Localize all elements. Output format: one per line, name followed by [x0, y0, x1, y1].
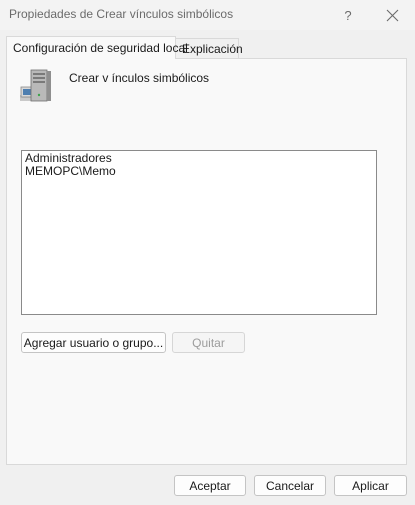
- tab-label: Configuración de seguridad local: [13, 41, 188, 55]
- apply-button[interactable]: Aplicar: [334, 475, 407, 496]
- title-bar: Propiedades de Crear vínculos simbólicos…: [0, 0, 415, 30]
- policy-name: Crear v ínculos simbólicos: [69, 71, 210, 85]
- close-icon: [386, 9, 398, 21]
- members-list[interactable]: Administradores MEMOPC\Memo: [21, 150, 377, 315]
- cancel-button[interactable]: Cancelar: [254, 475, 326, 496]
- close-button[interactable]: [372, 0, 412, 30]
- list-item[interactable]: MEMOPC\Memo: [25, 165, 373, 178]
- add-user-or-group-button[interactable]: Agregar usuario o grupo...: [21, 332, 166, 353]
- help-icon: ?: [344, 7, 352, 23]
- window-title: Propiedades de Crear vínculos simbólicos: [9, 7, 234, 21]
- ok-button[interactable]: Aceptar: [174, 475, 246, 496]
- tab-label: Explicación: [182, 42, 243, 56]
- tab-local-security-setting[interactable]: Configuración de seguridad local: [6, 36, 188, 59]
- help-button[interactable]: ?: [328, 0, 368, 30]
- server-computer-icon: [20, 69, 51, 102]
- remove-button[interactable]: Quitar: [172, 332, 245, 353]
